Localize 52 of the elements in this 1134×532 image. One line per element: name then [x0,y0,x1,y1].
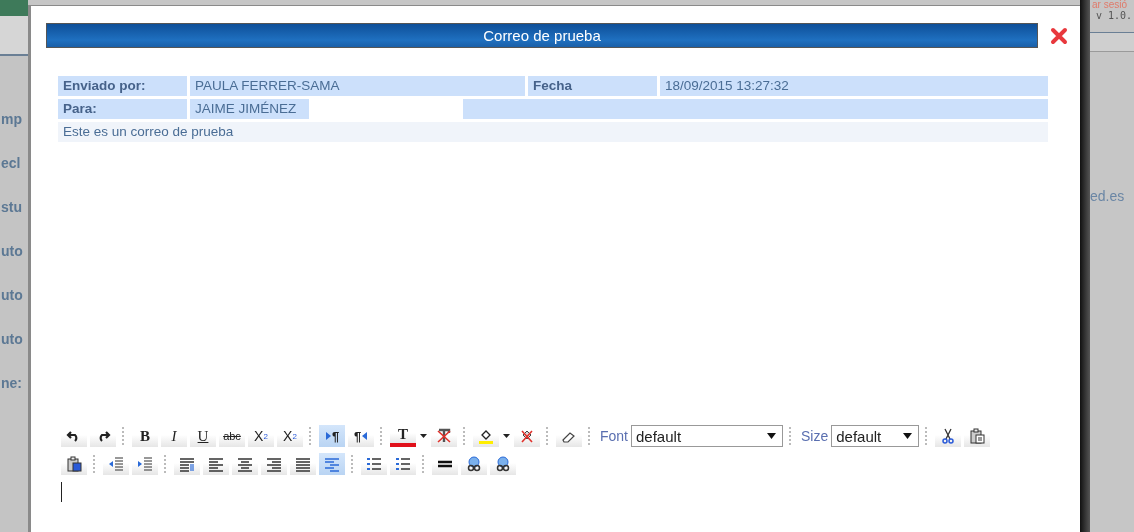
wrap-button[interactable] [319,453,345,475]
dropdown-arrow-icon [903,433,913,439]
field-label: Fecha [528,76,657,96]
scissors-button[interactable] [935,425,962,447]
wrap-icon [324,456,340,472]
clipboard-icon [969,428,986,444]
paste-word-icon [66,456,82,472]
paste-word-button[interactable] [61,453,87,475]
select-label: Size [801,428,829,444]
align-left-icon [208,456,224,472]
field-value: JAIME JIMÉNEZ [190,99,309,119]
menu-text: uto [1,330,24,349]
dropdown-arrow-icon [767,433,776,439]
align-right-icon [266,456,282,472]
menu-text: mp [1,110,23,129]
email-text: ed.es [1090,188,1126,204]
align-center-icon [237,456,253,472]
dropdown-select[interactable]: default [631,425,783,447]
field-label: Para: [58,99,187,119]
remove-text-color-button[interactable] [431,425,457,447]
unlink-icon [495,456,511,472]
numbered-list-icon [366,456,382,472]
menu-text: uto [1,242,24,261]
dialog-title: Correo de prueba [46,23,1038,48]
header-bar [0,0,28,16]
scissors-icon [940,428,957,444]
link-icon [466,456,482,472]
menu-text: stu [1,198,23,217]
indent-icon [137,456,153,472]
clipboard-button[interactable] [964,425,991,447]
left-to-right-button[interactable]: ¶ [319,425,345,447]
justify-icon [295,456,311,472]
select-label: Font [600,428,628,444]
dropdown-arrow-icon[interactable] [503,434,510,438]
menu-text: ne: [1,374,23,393]
arrow-icon [325,432,331,440]
nav-bar [0,16,28,56]
bullet-list-icon [395,456,411,472]
arrow-icon [362,432,368,440]
outdent-icon [108,456,124,472]
field-value: PAULA FERRER-SAMA [190,76,525,96]
dropdown-arrow-icon[interactable] [420,434,427,438]
paragraph-icon [179,456,195,472]
version-text: v 1.0. [1095,10,1134,22]
unlink-button[interactable] [490,453,516,475]
menu-text: uto [1,286,24,305]
field-label: Enviado por: [58,76,187,96]
menu-text: ecl [1,154,22,173]
message-body: Este es un correo de prueba [58,122,1048,142]
link-button[interactable] [461,453,487,475]
field-value: 18/09/2015 13:27:32 [660,76,1048,96]
dropdown-select[interactable]: default [831,425,920,447]
